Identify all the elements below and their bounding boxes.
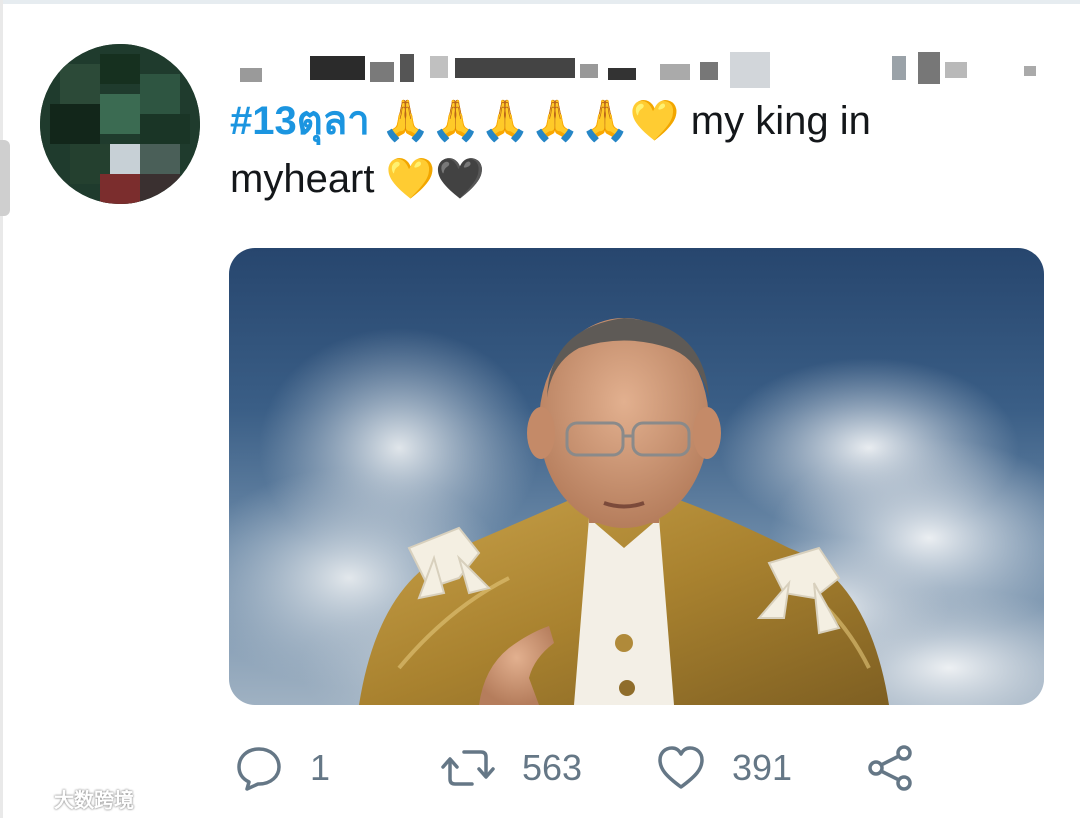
share-button[interactable] [866, 738, 916, 798]
hashtag-link[interactable]: #13ตุลา [230, 99, 370, 143]
retweet-icon [440, 743, 496, 793]
tweet-text-line-1: #13ตุลา 🙏🙏🙏🙏🙏💛 my king in [230, 92, 1030, 150]
left-divider [0, 0, 3, 818]
black-heart-emoji: 🖤 [435, 156, 486, 202]
like-button[interactable]: 391 [656, 738, 792, 798]
tweet-text-part1: my king in [679, 99, 871, 143]
tweet-action-bar: 1 563 391 [230, 738, 950, 798]
watermark-logo-icon [8, 788, 48, 808]
share-icon [866, 743, 916, 793]
watermark-text: 大数跨境 [54, 789, 134, 812]
portrait-illustration [229, 318, 1044, 705]
reply-count: 1 [310, 747, 331, 788]
tweet-text: #13ตุลา 🙏🙏🙏🙏🙏💛 my king in myheart 💛🖤 [230, 92, 1030, 208]
like-count: 391 [732, 747, 793, 788]
watermark: 大数跨境 [8, 784, 134, 812]
yellow-heart-emoji-2: 💛 [385, 156, 436, 202]
user-avatar[interactable] [40, 44, 200, 204]
reply-button[interactable]: 1 [234, 738, 330, 798]
heart-icon [656, 743, 706, 793]
retweet-count: 563 [522, 747, 583, 788]
top-divider [0, 0, 1080, 4]
yellow-heart-emoji: 💛 [629, 98, 680, 144]
retweet-button[interactable]: 563 [440, 738, 582, 798]
tweet-text-part2: myheart [230, 157, 386, 201]
obscured-username [240, 50, 1040, 90]
reply-icon [234, 743, 284, 793]
pray-emoji-sequence: 🙏🙏🙏🙏🙏 [380, 98, 630, 144]
tweet-media-image[interactable] [229, 248, 1044, 705]
tweet-text-line-2: myheart 💛🖤 [230, 150, 1030, 208]
left-edge-handle [0, 140, 10, 216]
